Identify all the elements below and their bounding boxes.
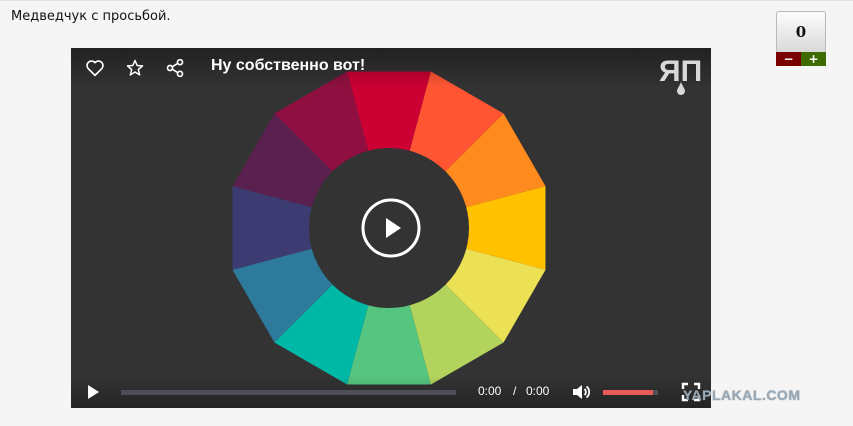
play-icon (88, 385, 99, 399)
rating-buttons: − + (776, 52, 826, 66)
yaplakal-logo: ЯП (659, 55, 702, 95)
duration: 0:00 (526, 384, 550, 398)
rating-widget: 0 − + (776, 11, 826, 66)
time-separator: / (513, 384, 517, 398)
video-title: Ну собственно вот! (211, 57, 366, 74)
vote-up-button[interactable]: + (801, 52, 826, 66)
player-top-bar: Ну собственно вот! ЯП (71, 48, 711, 95)
play-circle-icon (361, 198, 421, 258)
play-button[interactable] (83, 382, 103, 402)
player-controls: 0:00 / 0:00 (71, 376, 711, 408)
share-icon (166, 58, 184, 78)
site-watermark: YAPLAKAL.COM (683, 387, 801, 403)
volume-level (603, 390, 653, 395)
video-player[interactable]: Ну собственно вот! ЯП 0:00 / 0:00 (71, 48, 711, 408)
like-button[interactable] (80, 57, 110, 79)
star-icon (126, 59, 144, 76)
big-play-button[interactable] (361, 198, 421, 258)
rating-value: 0 (776, 11, 826, 53)
post-text: Медведчук с просьбой. (11, 9, 171, 24)
share-button[interactable] (160, 57, 190, 79)
progress-bar[interactable] (121, 390, 456, 395)
speaker-icon (573, 385, 591, 399)
heart-icon (86, 60, 104, 77)
volume-button[interactable] (571, 382, 591, 402)
favorite-button[interactable] (120, 57, 150, 79)
volume-slider[interactable] (603, 390, 658, 395)
current-time: 0:00 (478, 384, 502, 398)
vote-down-button[interactable]: − (776, 52, 801, 66)
post-area: Медведчук с просьбой. 0 − + Ну собственн… (0, 0, 853, 426)
